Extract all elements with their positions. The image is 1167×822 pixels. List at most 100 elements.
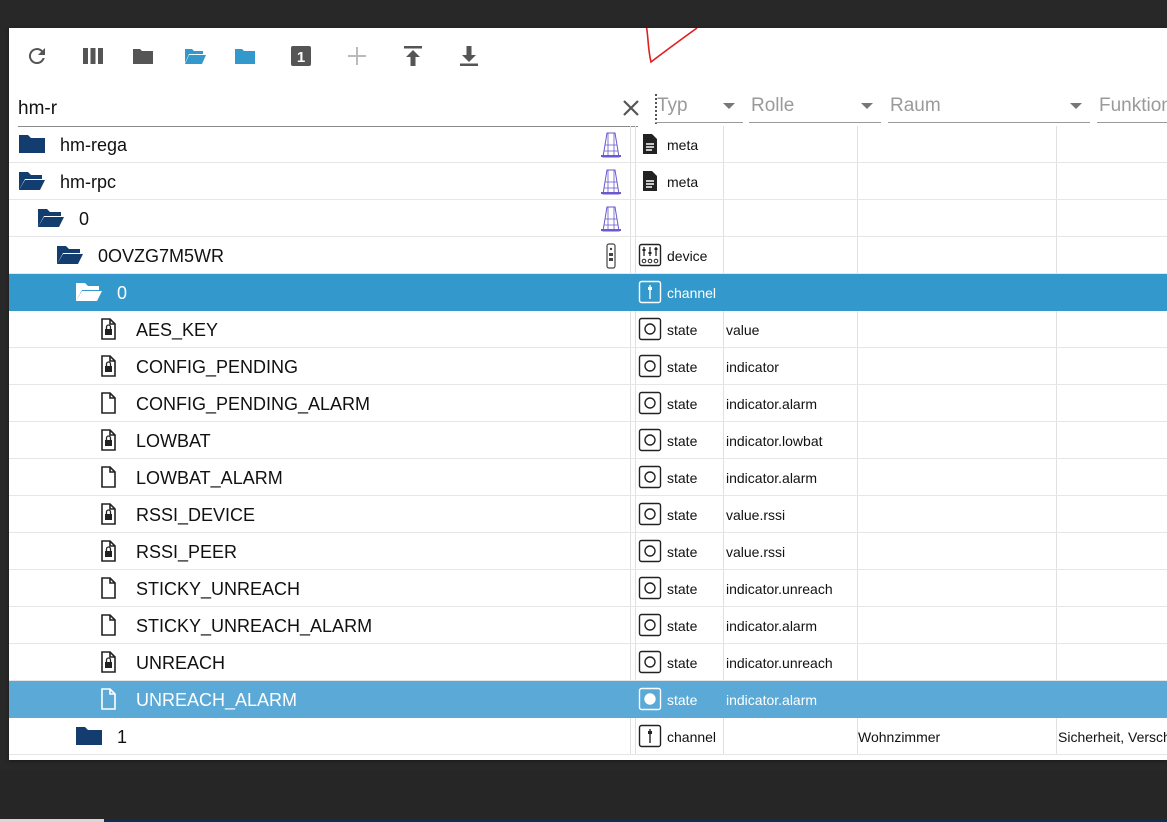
state-icon <box>638 687 662 711</box>
folder-icon[interactable] <box>56 244 84 266</box>
columns-button[interactable] <box>79 42 107 70</box>
column-divider <box>857 348 858 384</box>
refresh-button[interactable] <box>23 42 51 70</box>
folder-icon[interactable] <box>18 133 46 155</box>
expand-one-button[interactable] <box>231 42 259 70</box>
tree-row-name: 1 <box>117 727 128 747</box>
column-divider <box>630 348 631 384</box>
tree-row[interactable]: STICKY_UNREACH_ALARM state indicator.alarm <box>9 607 1167 644</box>
file-lock-icon[interactable] <box>94 355 122 377</box>
file-icon[interactable] <box>94 688 122 710</box>
tree-row-type: state <box>667 396 698 412</box>
state-icon <box>638 428 662 452</box>
column-divider <box>723 607 724 643</box>
file-lock-icon[interactable] <box>94 429 122 451</box>
rega-icon <box>599 131 623 159</box>
tree-row[interactable]: RSSI_PEER state value.rssi <box>9 533 1167 570</box>
clear-search-icon[interactable] <box>619 96 643 120</box>
column-divider <box>635 126 636 162</box>
column-divider <box>635 496 636 532</box>
column-divider <box>1056 348 1057 384</box>
file-icon[interactable] <box>94 466 122 488</box>
tree-row[interactable]: LOWBAT state indicator.lowbat <box>9 422 1167 459</box>
column-divider <box>630 237 631 273</box>
tree-row-name: hm-rpc <box>60 172 117 192</box>
folder-icon[interactable] <box>18 170 46 192</box>
column-divider <box>1056 163 1057 199</box>
tree-row-role: indicator.alarm <box>726 692 818 708</box>
role-filter[interactable]: Rolle <box>749 90 881 123</box>
tree-row-name: STICKY_UNREACH_ALARM <box>136 616 373 636</box>
column-divider <box>857 496 858 532</box>
tree-row-type: state <box>667 322 698 338</box>
tree-row-role: indicator.alarm <box>726 470 818 486</box>
folder-icon[interactable] <box>37 207 65 229</box>
column-divider <box>635 607 636 643</box>
file-lock-icon[interactable] <box>94 318 122 340</box>
tree-row[interactable]: 0OVZG7M5WR device <box>9 237 1167 274</box>
column-divider <box>857 126 858 162</box>
column-divider <box>723 200 724 236</box>
tree-row-type: state <box>667 581 698 597</box>
tree-row-name: UNREACH_ALARM <box>136 690 298 710</box>
download-button[interactable] <box>455 42 483 70</box>
column-divider <box>1056 422 1057 458</box>
column-divider <box>857 385 858 421</box>
column-divider <box>723 422 724 458</box>
tree-row-role: indicator.alarm <box>726 396 818 412</box>
tree-row[interactable]: 0 channel <box>9 274 1167 311</box>
column-divider <box>630 644 631 680</box>
column-divider <box>630 570 631 606</box>
tree-row[interactable]: 0 <box>9 200 1167 237</box>
tree-row[interactable]: AES_KEY state value <box>9 311 1167 348</box>
column-divider <box>723 348 724 384</box>
number-one-icon: 1 <box>291 46 311 66</box>
column-divider <box>1056 644 1057 680</box>
add-button[interactable] <box>343 42 371 70</box>
object-browser-panel: 1 Typ Rolle Raum Funktion <box>9 28 1167 760</box>
folder-icon[interactable] <box>75 281 103 303</box>
tree-row-name: 0 <box>79 209 90 229</box>
collapse-all-button[interactable] <box>129 42 157 70</box>
column-divider <box>635 644 636 680</box>
level-button[interactable]: 1 <box>287 42 315 70</box>
tree-row[interactable]: 1 channel Wohnzimmer Sicherheit, Verschl <box>9 718 1167 755</box>
folder-icon[interactable] <box>75 725 103 747</box>
tree-row-type: channel <box>667 729 717 745</box>
tree-row[interactable]: CONFIG_PENDING state indicator <box>9 348 1167 385</box>
state-icon <box>638 613 662 637</box>
column-divider <box>630 126 631 162</box>
column-divider <box>1056 570 1057 606</box>
state-icon <box>638 317 662 341</box>
upload-button[interactable] <box>399 42 427 70</box>
tree-row[interactable]: RSSI_DEVICE state value.rssi <box>9 496 1167 533</box>
file-lock-icon[interactable] <box>94 651 122 673</box>
expand-all-button[interactable] <box>181 42 209 70</box>
tree-row[interactable]: CONFIG_PENDING_ALARM state indicator.alarm <box>9 385 1167 422</box>
search-input[interactable] <box>18 90 638 127</box>
column-divider <box>1056 681 1057 717</box>
file-icon[interactable] <box>94 392 122 414</box>
function-filter[interactable]: Funktion <box>1097 90 1167 123</box>
tree-row[interactable]: UNREACH state indicator.unreach <box>9 644 1167 681</box>
file-lock-icon[interactable] <box>94 503 122 525</box>
room-filter[interactable]: Raum <box>888 90 1090 123</box>
state-icon <box>638 465 662 489</box>
column-divider <box>1056 496 1057 532</box>
tree-row[interactable]: hm-rega meta <box>9 126 1167 163</box>
column-divider <box>630 533 631 569</box>
tree-row-name: hm-rega <box>60 135 128 155</box>
column-divider <box>635 385 636 421</box>
tree-row[interactable]: hm-rpc meta <box>9 163 1167 200</box>
type-filter[interactable]: Typ <box>655 90 743 123</box>
file-icon[interactable] <box>94 614 122 636</box>
column-divider <box>635 681 636 717</box>
file-icon[interactable] <box>94 577 122 599</box>
tree-row[interactable]: LOWBAT_ALARM state indicator.alarm <box>9 459 1167 496</box>
file-lock-icon[interactable] <box>94 540 122 562</box>
column-divider <box>723 496 724 532</box>
tree-row[interactable]: STICKY_UNREACH state indicator.unreach <box>9 570 1167 607</box>
device-icon <box>638 243 662 267</box>
column-divider <box>857 681 858 717</box>
tree-row[interactable]: UNREACH_ALARM state indicator.alarm <box>9 681 1167 718</box>
